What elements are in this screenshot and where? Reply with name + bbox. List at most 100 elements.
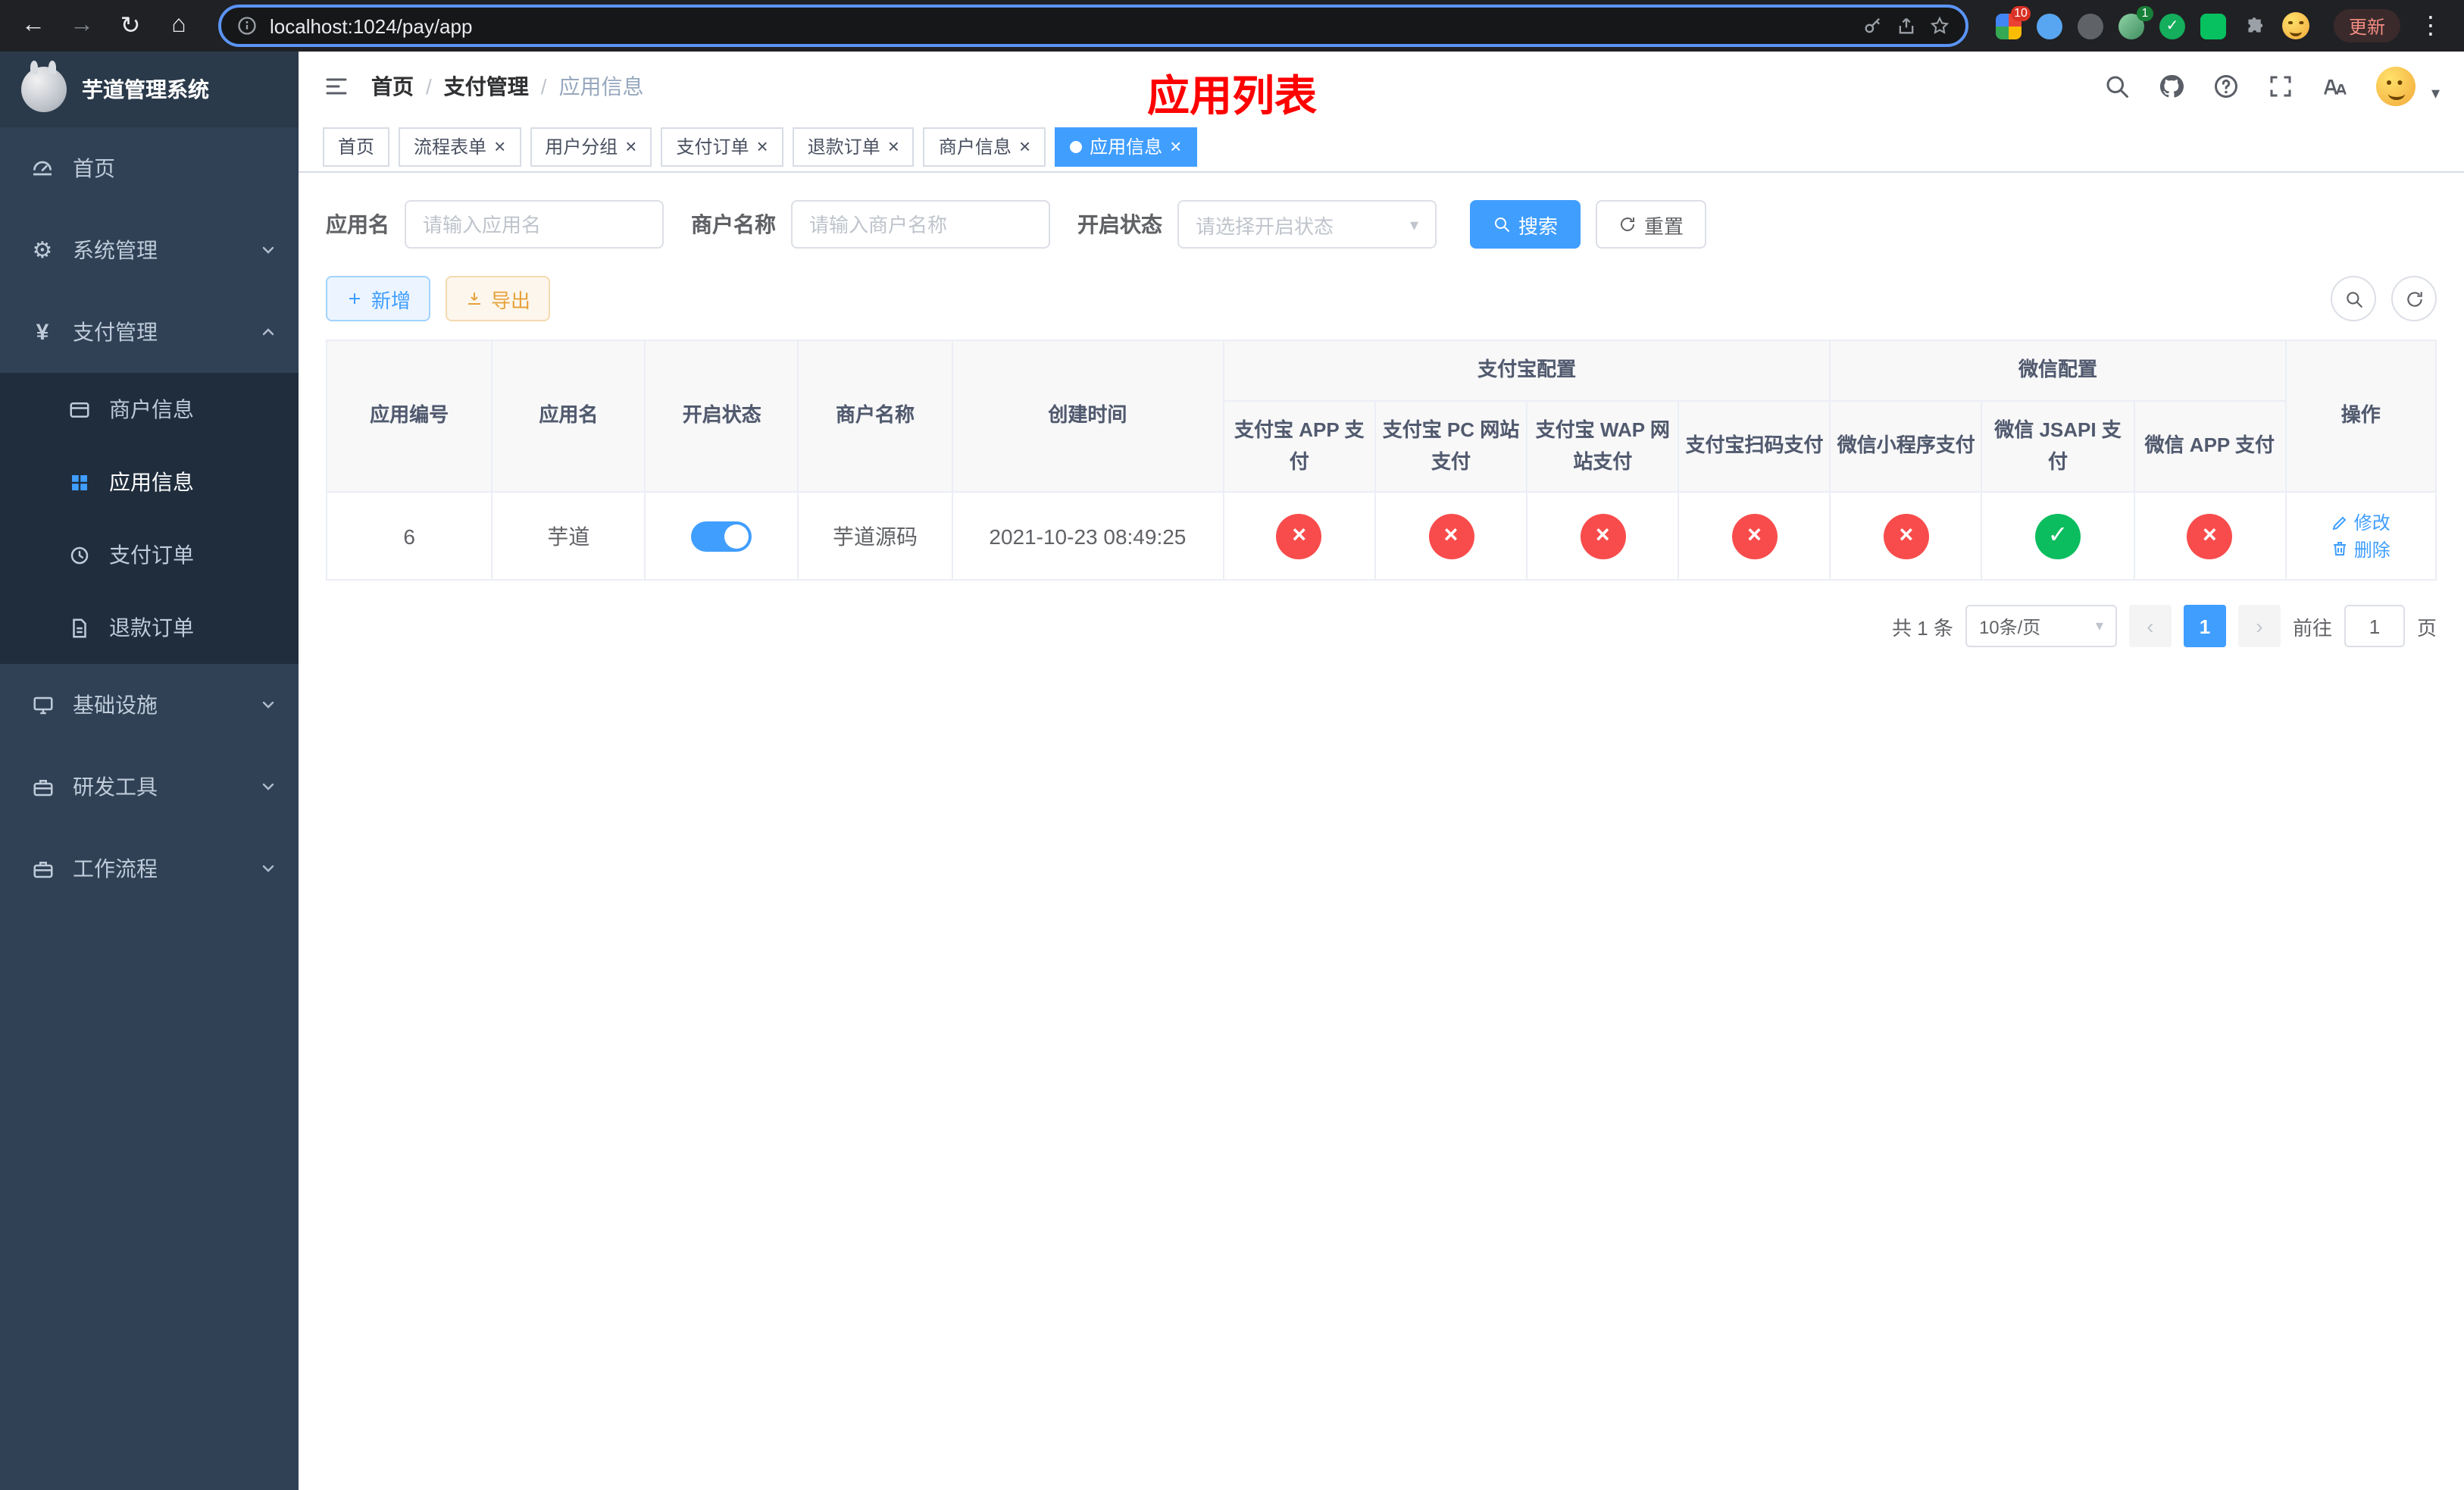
search-icon[interactable] xyxy=(2104,73,2131,100)
tab-process-form[interactable]: 流程表单 × xyxy=(399,127,521,166)
col-wx-app: 微信 APP 支付 xyxy=(2133,399,2287,493)
toggle-search-button[interactable] xyxy=(2331,276,2376,321)
prev-page-button[interactable]: ‹ xyxy=(2128,605,2172,648)
back-button[interactable]: ← xyxy=(15,8,52,44)
status-select[interactable]: 请选择开启状态 ▾ xyxy=(1177,200,1437,249)
reload-button[interactable]: ↻ xyxy=(112,8,149,44)
page-title: 应用列表 xyxy=(1146,73,1318,120)
export-button-label: 导出 xyxy=(491,289,531,311)
share-icon[interactable] xyxy=(1896,15,1917,36)
fullscreen-icon[interactable] xyxy=(2268,73,2295,100)
col-merchant: 商户名称 xyxy=(797,339,953,493)
extension-book-icon[interactable] xyxy=(2200,13,2226,39)
sidebar-item-label: 应用信息 xyxy=(109,470,194,494)
breadcrumb-payment[interactable]: 支付管理 xyxy=(444,71,529,102)
extension-dark-icon[interactable] xyxy=(2077,13,2103,39)
tab-merchant-info[interactable]: 商户信息 × xyxy=(923,127,1046,166)
tab-refund-order[interactable]: 退款订单 × xyxy=(792,127,915,166)
col-alipay-wap: 支付宝 WAP 网站支付 xyxy=(1526,399,1680,493)
cell-alipay-pc: × xyxy=(1374,491,1528,581)
forward-button[interactable]: → xyxy=(64,8,100,44)
tab-pay-order[interactable]: 支付订单 × xyxy=(661,127,783,166)
tab-user-group[interactable]: 用户分组 × xyxy=(530,127,652,166)
col-app-id: 应用编号 xyxy=(325,339,493,493)
order-icon xyxy=(67,543,91,567)
page-content: 应用名 商户名称 开启状态 请选择开启状态 ▾ 搜索 xyxy=(299,173,2464,1490)
cell-alipay-qr: × xyxy=(1678,491,1831,581)
add-button[interactable]: 新增 xyxy=(326,276,431,321)
user-avatar[interactable] xyxy=(2376,67,2416,106)
page-size-select[interactable]: 10条/页 ▾ xyxy=(1965,605,2117,648)
refresh-table-button[interactable] xyxy=(2391,276,2437,321)
main-area: 首页 / 支付管理 / 应用信息 ▾ 首页 流程表单 × 用户分组 × 支付订单… xyxy=(299,52,2464,1490)
col-alipay-pc: 支付宝 PC 网站支付 xyxy=(1374,399,1528,493)
extension-avatar-icon[interactable]: 1 xyxy=(2118,5,2153,39)
browser-menu-icon[interactable]: ⋮ xyxy=(2412,8,2449,44)
app-name-input[interactable] xyxy=(423,213,646,236)
close-icon[interactable]: × xyxy=(888,136,899,156)
sidebar-item-payment[interactable]: ¥ 支付管理 xyxy=(0,291,299,373)
chevron-down-icon xyxy=(259,241,277,259)
app-table: 应用编号 应用名 开启状态 商户名称 创建时间 支付宝配置 微信配置 操作 支付… xyxy=(325,339,2437,581)
sidebar-item-merchant-info[interactable]: 商户信息 xyxy=(0,373,299,446)
toolbar-right xyxy=(2331,276,2437,321)
reset-button[interactable]: 重置 xyxy=(1596,200,1707,249)
delete-link[interactable]: 删除 xyxy=(2331,537,2391,562)
sidebar-item-home[interactable]: 首页 xyxy=(0,127,299,209)
status-toggle[interactable] xyxy=(691,521,752,552)
close-icon[interactable]: × xyxy=(494,136,505,156)
font-size-icon[interactable] xyxy=(2322,73,2350,100)
cell-create-time: 2021-10-23 08:49:25 xyxy=(951,491,1224,581)
cell-alipay-app: × xyxy=(1222,491,1376,581)
sidebar-item-label: 工作流程 xyxy=(73,856,158,881)
merchant-name-label: 商户名称 xyxy=(691,212,776,236)
github-icon[interactable] xyxy=(2159,73,2186,100)
refresh-icon xyxy=(2404,289,2424,308)
tab-app-info[interactable]: 应用信息 × xyxy=(1055,127,1197,166)
extension-check-icon[interactable]: ✓ xyxy=(2159,13,2185,39)
close-icon[interactable]: × xyxy=(757,136,768,156)
page-number-1[interactable]: 1 xyxy=(2183,605,2226,648)
edit-icon xyxy=(2331,514,2350,532)
bookmark-star-icon[interactable] xyxy=(1929,15,1950,36)
sidebar-item-pay-order[interactable]: 支付订单 xyxy=(0,518,299,591)
col-wx-jsapi: 微信 JSAPI 支付 xyxy=(1981,399,2135,493)
password-key-icon[interactable] xyxy=(1862,15,1884,36)
status-cross-icon: × xyxy=(1731,513,1778,559)
page-info-icon[interactable] xyxy=(236,15,258,36)
close-icon[interactable]: × xyxy=(1019,136,1030,156)
sidebar-item-system[interactable]: ⚙ 系统管理 xyxy=(0,209,299,291)
address-bar[interactable]: localhost:1024/pay/app xyxy=(218,5,1968,47)
sidebar-item-workflow[interactable]: 工作流程 xyxy=(0,828,299,909)
export-button[interactable]: 导出 xyxy=(446,276,551,321)
close-icon[interactable]: × xyxy=(625,136,636,156)
extension-blue-icon[interactable] xyxy=(2036,13,2062,39)
search-button[interactable]: 搜索 xyxy=(1470,200,1581,249)
collapse-sidebar-icon[interactable] xyxy=(323,73,350,100)
goto-page-input[interactable] xyxy=(2344,605,2405,648)
help-icon[interactable] xyxy=(2213,73,2240,100)
app-name-field-wrap xyxy=(405,200,664,249)
status-label: 开启状态 xyxy=(1077,212,1162,236)
sidebar-item-infra[interactable]: 基础设施 xyxy=(0,664,299,746)
profile-avatar[interactable] xyxy=(2281,12,2309,39)
sidebar-item-refund-order[interactable]: 退款订单 xyxy=(0,591,299,664)
col-alipay-qr: 支付宝扫码支付 xyxy=(1678,399,1831,493)
home-button[interactable]: ⌂ xyxy=(161,8,197,44)
extension-grid-icon[interactable]: 10 xyxy=(1995,5,2031,39)
sidebar-item-dev-tools[interactable]: 研发工具 xyxy=(0,746,299,828)
tab-home[interactable]: 首页 xyxy=(323,127,390,166)
close-icon[interactable]: × xyxy=(1170,136,1181,156)
merchant-name-input[interactable] xyxy=(809,213,1032,236)
cell-alipay-wap: × xyxy=(1526,491,1680,581)
url-text: localhost:1024/pay/app xyxy=(270,14,473,37)
tab-label: 退款订单 xyxy=(807,136,880,158)
chevron-down-icon: ▾ xyxy=(2095,618,2103,635)
next-page-button[interactable]: › xyxy=(2237,605,2281,648)
breadcrumb-home[interactable]: 首页 xyxy=(371,71,414,102)
cell-wx-mini: × xyxy=(1829,491,1983,581)
extensions-puzzle-icon[interactable] xyxy=(2241,13,2267,39)
update-button[interactable]: 更新 xyxy=(2333,9,2400,42)
sidebar-item-app-info[interactable]: 应用信息 xyxy=(0,446,299,518)
edit-link[interactable]: 修改 xyxy=(2331,510,2391,536)
